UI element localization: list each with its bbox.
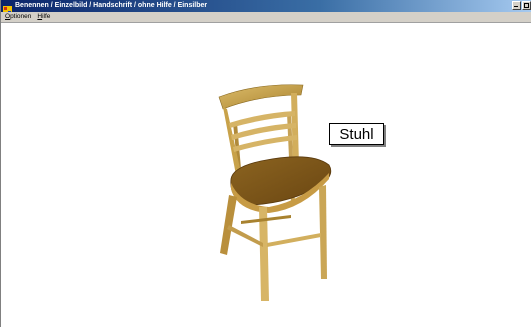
word-label: Stuhl [329,123,384,145]
window-controls [512,1,531,10]
maximize-button[interactable] [522,1,531,10]
app-window: Benennen / Einzelbild / Handschrift / oh… [0,0,531,327]
menu-hilfe[interactable]: Hilfe [37,12,50,22]
title-bar[interactable]: Benennen / Einzelbild / Handschrift / oh… [1,0,531,15]
menu-bar: Optionen Hilfe [1,12,531,23]
maximize-icon [524,3,529,8]
menu-optionen[interactable]: Optionen [5,12,31,22]
app-icon [3,2,12,15]
minimize-icon [514,6,518,7]
minimize-button[interactable] [512,1,521,10]
menu-optionen-label: ptionen [10,13,32,20]
window-title: Benennen / Einzelbild / Handschrift / oh… [15,2,208,9]
menu-hilfe-label: ilfe [42,13,51,20]
chair-image [218,84,332,301]
picture-area: Stuhl [1,23,531,327]
